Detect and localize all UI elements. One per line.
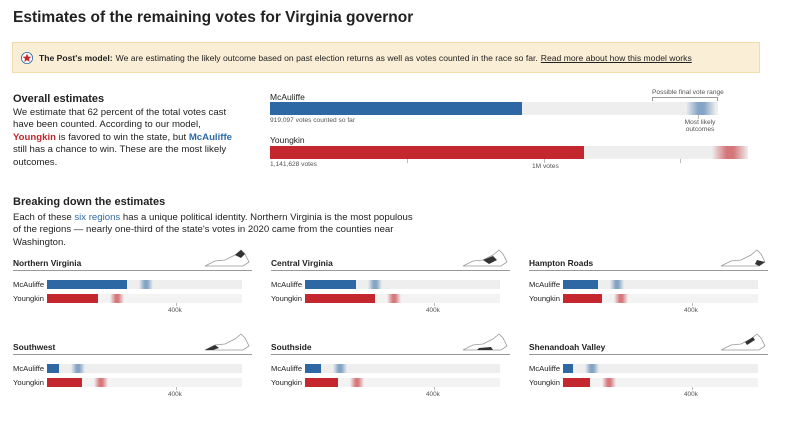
breakdown-text-2: has a unique political identity. Norther… — [13, 212, 413, 248]
region-mcauliffe-range — [368, 280, 382, 289]
region-candidate-1: McAuliffe — [529, 364, 561, 373]
breakdown-heading: Breaking down the estimates — [13, 196, 166, 208]
region-mcauliffe-bar — [305, 280, 356, 289]
region-mcauliffe-range — [139, 280, 153, 289]
region-youngkin-range — [94, 378, 108, 387]
region-candidate-2: Youngkin — [271, 378, 302, 387]
region-mcauliffe-bar — [47, 364, 59, 373]
region-axis-label: 400k — [684, 307, 698, 314]
region-rule — [13, 354, 252, 355]
region-youngkin-bar — [305, 294, 375, 303]
range-bracket — [652, 97, 718, 101]
region-candidate-1: McAuliffe — [13, 364, 45, 373]
range-label: Possible final vote range — [652, 89, 724, 96]
region-candidate-2: Youngkin — [13, 294, 44, 303]
region-youngkin-bar — [563, 294, 602, 303]
region-title: Shenandoah Valley — [529, 342, 606, 352]
region-youngkin-range — [350, 378, 364, 387]
region-title: Southwest — [13, 342, 56, 352]
region-youngkin-bar — [563, 378, 590, 387]
region-mcauliffe-bar — [563, 280, 598, 289]
six-regions-link[interactable]: six regions — [74, 212, 120, 223]
region-rule — [529, 354, 768, 355]
axis-tick-minor — [407, 159, 408, 163]
overall-heading: Overall estimates — [13, 93, 105, 105]
overall-counted-1: 919,097 votes counted so far — [270, 117, 356, 124]
youngkin-emphasis: Youngkin — [13, 131, 56, 143]
overall-candidate-2: Youngkin — [270, 135, 305, 145]
region-candidate-1: McAuliffe — [13, 280, 45, 289]
model-banner: The Post's model: We are estimating the … — [12, 42, 760, 73]
region-title: Hampton Roads — [529, 258, 594, 268]
region-candidate-1: McAuliffe — [529, 280, 561, 289]
region-axis-label: 400k — [168, 307, 182, 314]
virginia-map-icon — [462, 333, 508, 351]
region-youngkin-range — [110, 294, 124, 303]
axis-label-1m: 1M votes — [532, 163, 559, 170]
region-candidate-2: Youngkin — [529, 294, 560, 303]
region-rule — [13, 270, 252, 271]
region-mcauliffe-range — [71, 364, 85, 373]
region-candidate-1: McAuliffe — [271, 364, 303, 373]
virginia-map-icon — [720, 333, 766, 351]
virginia-map-icon — [462, 249, 508, 267]
region-candidate-2: Youngkin — [529, 378, 560, 387]
overall-text-2: is favored to win the state, but — [58, 131, 187, 143]
virginia-map-icon — [204, 249, 250, 267]
region-axis-label: 400k — [426, 307, 440, 314]
region-mcauliffe-range — [610, 280, 624, 289]
region-rule — [529, 270, 768, 271]
region-axis-tick — [176, 387, 177, 390]
banner-label: The Post's model: — [39, 52, 113, 63]
region-axis-tick — [692, 303, 693, 306]
region-axis-label: 400k — [426, 391, 440, 398]
mcauliffe-emphasis: McAuliffe — [188, 131, 232, 143]
region-axis-label: 400k — [168, 391, 182, 398]
region-axis-tick — [434, 303, 435, 306]
likely-label: Most likely outcomes — [684, 119, 716, 133]
overall-youngkin-bar — [270, 146, 584, 159]
overall-text: We estimate that 62 percent of the total… — [13, 107, 243, 169]
axis-tick-major — [680, 159, 681, 163]
region-rule — [271, 354, 510, 355]
virginia-map-icon — [720, 249, 766, 267]
region-title: Northern Virginia — [13, 258, 82, 268]
region-youngkin-bar — [47, 294, 98, 303]
region-candidate-1: McAuliffe — [271, 280, 303, 289]
region-mcauliffe-bar — [47, 280, 127, 289]
region-mcauliffe-range — [333, 364, 347, 373]
overall-text-1: We estimate that 62 percent of the total… — [13, 107, 227, 131]
overall-candidate-1: McAuliffe — [270, 92, 305, 102]
region-mcauliffe-bar — [563, 364, 573, 373]
page-title: Estimates of the remaining votes for Vir… — [13, 9, 414, 26]
region-title: Southside — [271, 342, 312, 352]
virginia-map-icon — [204, 333, 250, 351]
region-axis-label: 400k — [684, 391, 698, 398]
region-axis-tick — [692, 387, 693, 390]
region-mcauliffe-bar — [305, 364, 321, 373]
region-youngkin-range — [387, 294, 401, 303]
breakdown-text: Each of these six regions has a unique p… — [13, 212, 418, 249]
region-candidate-2: Youngkin — [271, 294, 302, 303]
overall-mcauliffe-range — [686, 102, 716, 115]
overall-text-3: still has a chance to win. These are the… — [13, 144, 227, 168]
region-title: Central Virginia — [271, 258, 333, 268]
star-icon — [21, 51, 33, 64]
overall-counted-2: 1,141,628 votes — [270, 161, 317, 168]
region-axis-tick — [434, 387, 435, 390]
overall-mcauliffe-bar — [270, 102, 522, 115]
region-track-2 — [563, 378, 758, 387]
region-youngkin-bar — [47, 378, 82, 387]
region-candidate-2: Youngkin — [13, 378, 44, 387]
region-youngkin-range — [602, 378, 616, 387]
overall-youngkin-range — [712, 146, 748, 159]
region-rule — [271, 270, 510, 271]
region-axis-tick — [176, 303, 177, 306]
region-youngkin-bar — [305, 378, 338, 387]
banner-text: We are estimating the likely outcome bas… — [115, 52, 538, 63]
breakdown-text-1: Each of these — [13, 212, 72, 223]
region-youngkin-range — [614, 294, 628, 303]
region-mcauliffe-range — [585, 364, 599, 373]
model-info-link[interactable]: Read more about how this model works — [541, 53, 692, 63]
